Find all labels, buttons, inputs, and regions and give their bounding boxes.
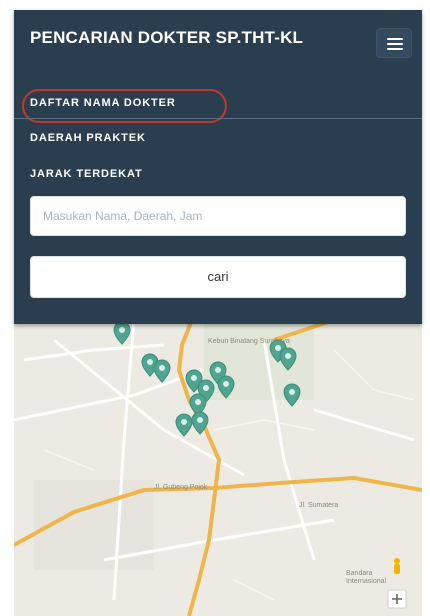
search-button[interactable]: cari [30,256,406,298]
hamburger-bar [387,48,403,50]
brand-title[interactable]: PENCARIAN DOKTER SP.THT-KL [30,28,303,48]
hamburger-menu-icon[interactable] [376,28,412,58]
hamburger-bar [387,43,403,45]
hamburger-bar [387,38,403,40]
nav-item-jarak-terdekat[interactable]: JARAK TERDEKAT [30,168,143,180]
map-label-campus: Kebun Binatang Surabaya [208,338,290,345]
nav-divider [14,118,422,119]
app-screen: Kebun Binatang Surabaya Jl. Gubeng Pojok… [0,0,430,616]
doctor-map[interactable]: Kebun Binatang Surabaya Jl. Gubeng Pojok… [14,300,422,616]
nav-item-daerah-praktek[interactable]: DAERAH PRAKTEK [30,132,146,144]
map-canvas [14,300,422,616]
navbar: PENCARIAN DOKTER SP.THT-KL DAFTAR NAMA D… [14,10,422,324]
map-label-airport: Bandara Internasional [346,570,387,585]
zoom-in-icon[interactable] [387,589,407,609]
street-view-pegman-icon[interactable] [394,558,400,574]
map-label-road-main: Jl. Gubeng Pojok [154,484,208,491]
search-input[interactable] [30,196,406,236]
map-label-road-side: Jl. Sumatera [299,502,339,509]
nav-item-daftar-nama-dokter[interactable]: DAFTAR NAMA DOKTER [30,97,176,109]
